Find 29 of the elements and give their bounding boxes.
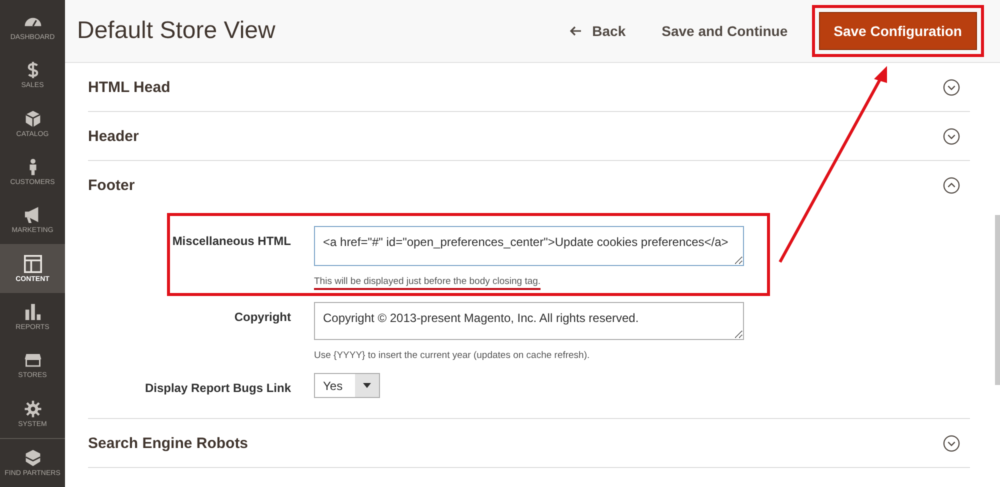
- chevron-down-icon: [943, 434, 960, 452]
- field-note: Use {YYYY} to insert the current year (updates on cache refresh).: [314, 350, 591, 361]
- storefront-icon: [24, 351, 42, 370]
- chevron-down-icon: [943, 128, 960, 144]
- scrollbar[interactable]: [995, 215, 1000, 385]
- chevron-down-icon: [943, 78, 960, 96]
- settings-icon: [24, 400, 42, 418]
- section-header[interactable]: HTML Head: [88, 63, 970, 111]
- layout-icon: [24, 254, 42, 273]
- section-header[interactable]: Header: [88, 112, 970, 160]
- field-note: This will be displayed just before the body closing tag.: [314, 276, 542, 287]
- field-label: Display Report Bugs Link: [144, 380, 291, 397]
- page-title: Default Store View: [77, 17, 276, 45]
- section-header[interactable]: Footer: [88, 161, 970, 209]
- bar-chart-icon: [24, 302, 42, 321]
- save-configuration-button[interactable]: Save Configuration: [818, 12, 977, 50]
- left-arrow-icon: [570, 26, 582, 36]
- text-area[interactable]: Copyright © 2013-present Magento, Inc. All rights reserved.: [314, 302, 744, 340]
- back-button[interactable]: Back: [552, 15, 644, 47]
- caret-icon: [363, 383, 371, 388]
- stack-icon: [24, 448, 42, 467]
- chevron-up-icon: [943, 176, 960, 194]
- field-label: Miscellaneous HTML: [171, 233, 291, 250]
- save-continue-button[interactable]: Save and Continue: [644, 15, 806, 47]
- section-header[interactable]: Search Engine Robots: [88, 419, 970, 467]
- text-area[interactable]: <a href="#" id="open_preferences_center">Update cookies preferences</a>: [314, 226, 744, 266]
- field-label: Copyright: [233, 309, 291, 326]
- box-icon: [24, 110, 42, 128]
- select-dropdown[interactable]: Yes: [314, 373, 380, 398]
